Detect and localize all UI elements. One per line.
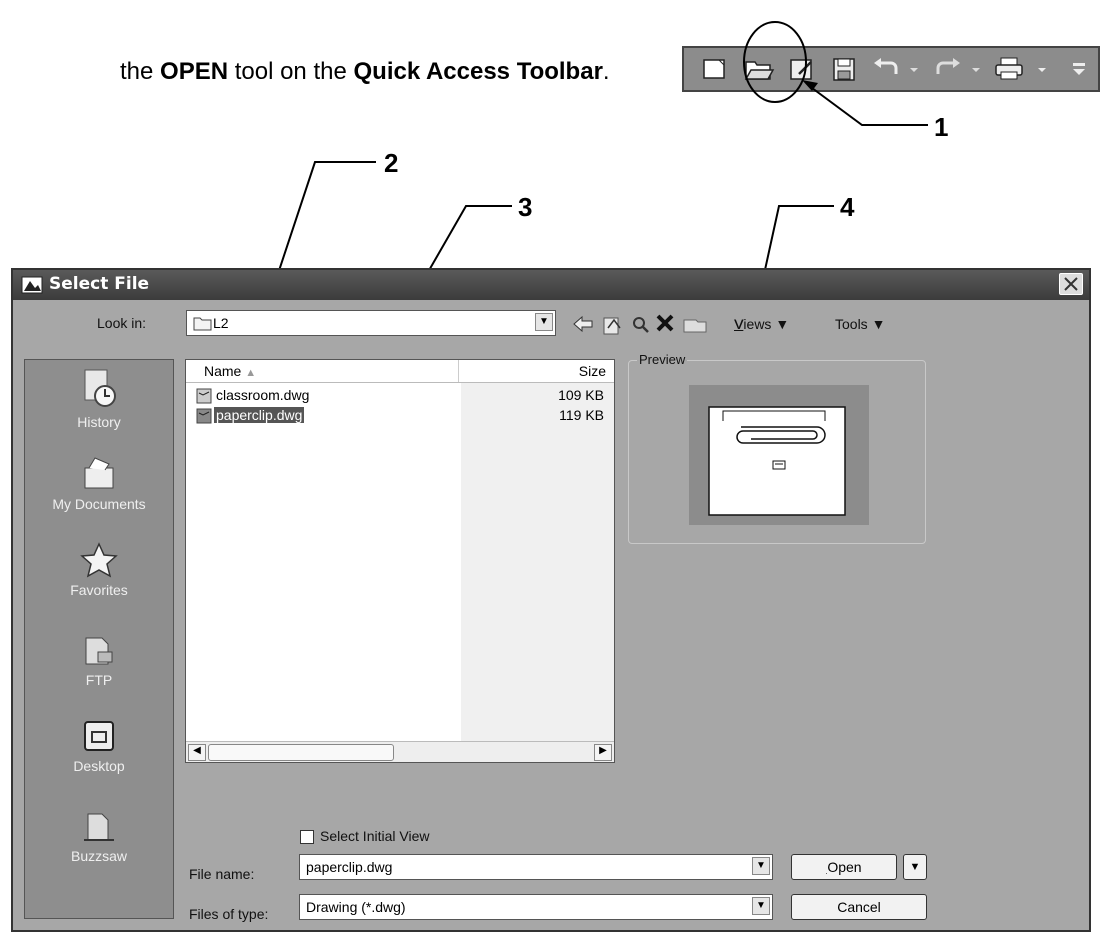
dwg-file-icon bbox=[196, 388, 212, 404]
file-size: 109 KB bbox=[558, 387, 604, 403]
files-of-type-label: Files of type: bbox=[189, 906, 269, 922]
files-of-type-value: Drawing (*.dwg) bbox=[306, 899, 406, 915]
file-list-header: Name ▲ Size bbox=[186, 360, 614, 383]
close-button[interactable] bbox=[1059, 273, 1083, 295]
look-in-label: Look in: bbox=[97, 315, 147, 331]
file-name: classroom.dwg bbox=[216, 387, 310, 403]
preview-label: Preview bbox=[637, 352, 688, 367]
horizontal-scrollbar[interactable]: ◀ ▶ bbox=[186, 741, 614, 762]
place-ftp-label: FTP bbox=[85, 672, 113, 688]
file-name-combo[interactable]: paperclip.dwg ▼ bbox=[299, 854, 773, 880]
select-initial-view-checkbox[interactable] bbox=[300, 830, 314, 844]
column-header-name[interactable]: Name ▲ bbox=[204, 363, 256, 379]
callout-number-4: 4 bbox=[840, 192, 855, 222]
column-header-size[interactable]: Size bbox=[579, 363, 606, 379]
cancel-button[interactable]: Cancel bbox=[791, 894, 927, 920]
buzzsaw-icon bbox=[84, 813, 114, 841]
back-icon[interactable] bbox=[573, 315, 593, 333]
desktop-icon bbox=[84, 721, 114, 751]
file-list[interactable]: Name ▲ Size classroom.dwg 109 KB papercl… bbox=[185, 359, 615, 763]
favorites-star-icon bbox=[80, 542, 118, 578]
views-label: Views bbox=[734, 316, 772, 332]
look-in-dropdown-arrow[interactable]: ▼ bbox=[535, 313, 553, 331]
select-file-dialog: Select File Look in: L2 ▼ VViews ▼ Tools… bbox=[11, 268, 1091, 932]
scroll-right-button[interactable]: ▶ bbox=[594, 744, 612, 761]
ftp-icon bbox=[85, 637, 113, 665]
look-in-combo[interactable]: L2 ▼ bbox=[186, 310, 556, 336]
tools-menu[interactable]: Tools ▼ bbox=[835, 316, 885, 332]
place-ftp[interactable]: FTP bbox=[25, 630, 173, 688]
places-bar: History My Documents Favorites FTP Deskt… bbox=[24, 359, 174, 919]
open-icon-highlight-circle bbox=[743, 21, 807, 103]
file-row-paperclip[interactable]: paperclip.dwg 119 KB bbox=[194, 406, 604, 426]
place-buzzsaw-label: Buzzsaw bbox=[70, 848, 128, 864]
dialog-titlebar[interactable]: Select File bbox=[13, 270, 1089, 300]
file-name-dropdown-arrow[interactable]: ▼ bbox=[752, 857, 770, 875]
callout-number-3: 3 bbox=[518, 192, 533, 222]
dialog-toolbar-icons bbox=[573, 314, 707, 335]
callout-1-leader bbox=[807, 84, 928, 126]
place-desktop[interactable]: Desktop bbox=[25, 718, 173, 774]
paperclip-drawing-preview bbox=[708, 406, 846, 516]
callout-1-arrowhead bbox=[802, 80, 818, 91]
close-icon bbox=[1064, 277, 1078, 291]
file-name: paperclip.dwg bbox=[214, 407, 305, 423]
open-options-dropdown[interactable]: ▼ bbox=[903, 854, 927, 880]
dialog-title: Select File bbox=[49, 274, 150, 294]
place-my-documents-label: My Documents bbox=[52, 496, 146, 512]
open-button[interactable]: OOpen bbox=[791, 854, 897, 880]
place-buzzsaw[interactable]: Buzzsaw bbox=[25, 804, 173, 864]
preview-image bbox=[689, 385, 869, 525]
dialog-app-icon bbox=[21, 276, 43, 294]
search-web-icon[interactable] bbox=[633, 317, 649, 333]
my-documents-icon bbox=[84, 457, 114, 489]
folder-icon bbox=[193, 317, 212, 331]
chevron-down-icon: ▼ bbox=[909, 861, 921, 873]
scroll-thumb[interactable] bbox=[208, 744, 394, 761]
look-in-value: L2 bbox=[213, 315, 229, 331]
file-name-label: File name: bbox=[189, 866, 255, 882]
sort-ascending-icon: ▲ bbox=[245, 367, 257, 379]
views-menu[interactable]: VViews ▼ bbox=[734, 316, 789, 332]
place-desktop-label: Desktop bbox=[73, 758, 125, 774]
place-history-label: History bbox=[77, 414, 121, 430]
callout-number-2: 2 bbox=[384, 148, 399, 178]
tools-label: Tools bbox=[835, 316, 868, 332]
create-folder-icon[interactable] bbox=[683, 319, 707, 333]
place-history[interactable]: History bbox=[25, 368, 173, 430]
up-folder-icon[interactable] bbox=[603, 317, 621, 335]
file-size: 119 KB bbox=[559, 407, 604, 423]
select-initial-view-label: Select Initial View bbox=[320, 828, 430, 844]
files-of-type-combo[interactable]: Drawing (*.dwg) ▼ bbox=[299, 894, 773, 920]
dwg-file-icon bbox=[196, 408, 212, 424]
place-favorites[interactable]: Favorites bbox=[25, 542, 173, 598]
history-icon bbox=[84, 369, 116, 407]
file-row-classroom[interactable]: classroom.dwg 109 KB bbox=[194, 386, 604, 406]
preview-panel: Preview bbox=[628, 352, 926, 544]
size-column-bg bbox=[461, 382, 614, 742]
delete-icon[interactable] bbox=[656, 314, 674, 332]
callout-number-1: 1 bbox=[934, 112, 949, 142]
place-my-documents[interactable]: My Documents bbox=[25, 454, 173, 512]
scroll-left-button[interactable]: ◀ bbox=[188, 744, 206, 761]
file-name-value: paperclip.dwg bbox=[306, 859, 393, 875]
files-of-type-dropdown-arrow[interactable]: ▼ bbox=[752, 897, 770, 915]
place-favorites-label: Favorites bbox=[70, 582, 128, 598]
